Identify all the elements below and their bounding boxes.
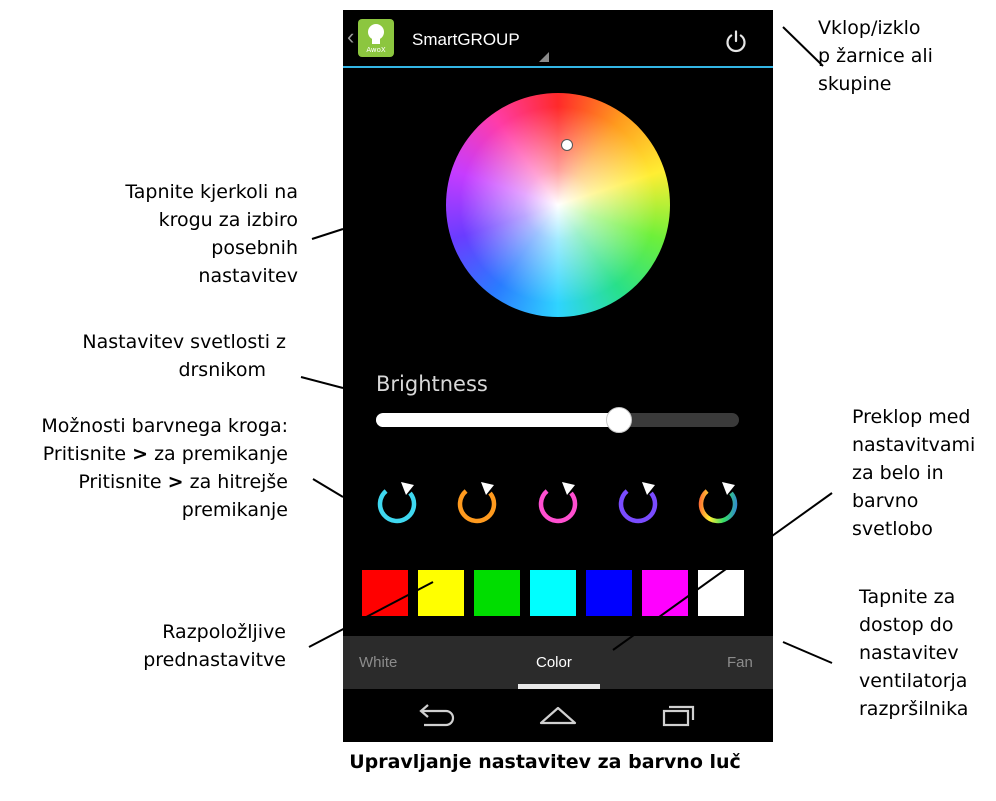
color-preset-swatch[interactable] — [530, 570, 576, 616]
color-preset-swatch[interactable] — [418, 570, 464, 616]
tab-fan[interactable]: Fan — [727, 654, 753, 671]
color-preset-swatch[interactable] — [362, 570, 408, 616]
app-logo-icon[interactable]: AwoX — [358, 19, 394, 57]
color-wheel-selector[interactable] — [561, 139, 573, 151]
color-preset-swatch[interactable] — [586, 570, 632, 616]
tab-color[interactable]: Color — [536, 654, 572, 671]
color-mode-button[interactable] — [451, 476, 503, 528]
color-mode-button[interactable] — [612, 476, 664, 528]
color-mode-button[interactable] — [371, 476, 423, 528]
tab-bar: White Color Fan — [343, 636, 773, 689]
annotation-fan: Tapnite za dostop do nastavitev ventilat… — [859, 586, 969, 720]
up-navigation-icon[interactable]: ‹ — [347, 26, 354, 48]
color-preset-swatch[interactable] — [474, 570, 520, 616]
color-preset-swatch[interactable] — [642, 570, 688, 616]
brightness-slider-fill — [376, 413, 620, 427]
group-selector[interactable]: SmartGROUP — [412, 30, 520, 50]
annotation-tab-switch: Preklop med nastavitvami za belo in barv… — [852, 406, 976, 540]
color-wheel-modes — [343, 476, 773, 532]
figure-caption: Upravljanje nastavitev za barvno luč — [349, 751, 741, 773]
power-icon[interactable] — [724, 30, 748, 54]
annotation-color-modes: Možnosti barvnega kroga: Pritisnite > za… — [41, 415, 288, 521]
recents-icon[interactable] — [654, 699, 704, 731]
color-presets — [362, 570, 754, 617]
annotation-power: Vklop/izklo p žarnice ali skupine — [818, 17, 933, 95]
annotation-color-wheel: Tapnite kjerkoli na krogu za izbiro pose… — [125, 181, 298, 287]
dropdown-indicator-icon[interactable] — [539, 52, 549, 62]
brightness-slider-thumb[interactable] — [606, 407, 633, 433]
annotation-brightness: Nastavitev svetlosti z drsnikom — [82, 331, 286, 381]
system-nav-bar — [343, 689, 773, 742]
back-icon[interactable] — [412, 699, 462, 731]
color-mode-button[interactable] — [692, 476, 744, 528]
action-bar: ‹ AwoX SmartGROUP — [343, 10, 773, 68]
phone-screen: ‹ AwoX SmartGROUP Brightness White Color… — [343, 10, 773, 742]
home-icon[interactable] — [533, 699, 583, 731]
action-bar-divider — [343, 66, 773, 68]
annotation-presets: Razpoložljive prednastavitve — [143, 621, 286, 671]
color-wheel[interactable] — [446, 93, 670, 317]
color-mode-button[interactable] — [532, 476, 584, 528]
brightness-label: Brightness — [376, 372, 488, 396]
color-preset-swatch[interactable] — [698, 570, 744, 616]
app-brand-label: AwoX — [366, 46, 386, 54]
brightness-slider[interactable] — [376, 407, 739, 433]
tab-white[interactable]: White — [359, 654, 397, 671]
